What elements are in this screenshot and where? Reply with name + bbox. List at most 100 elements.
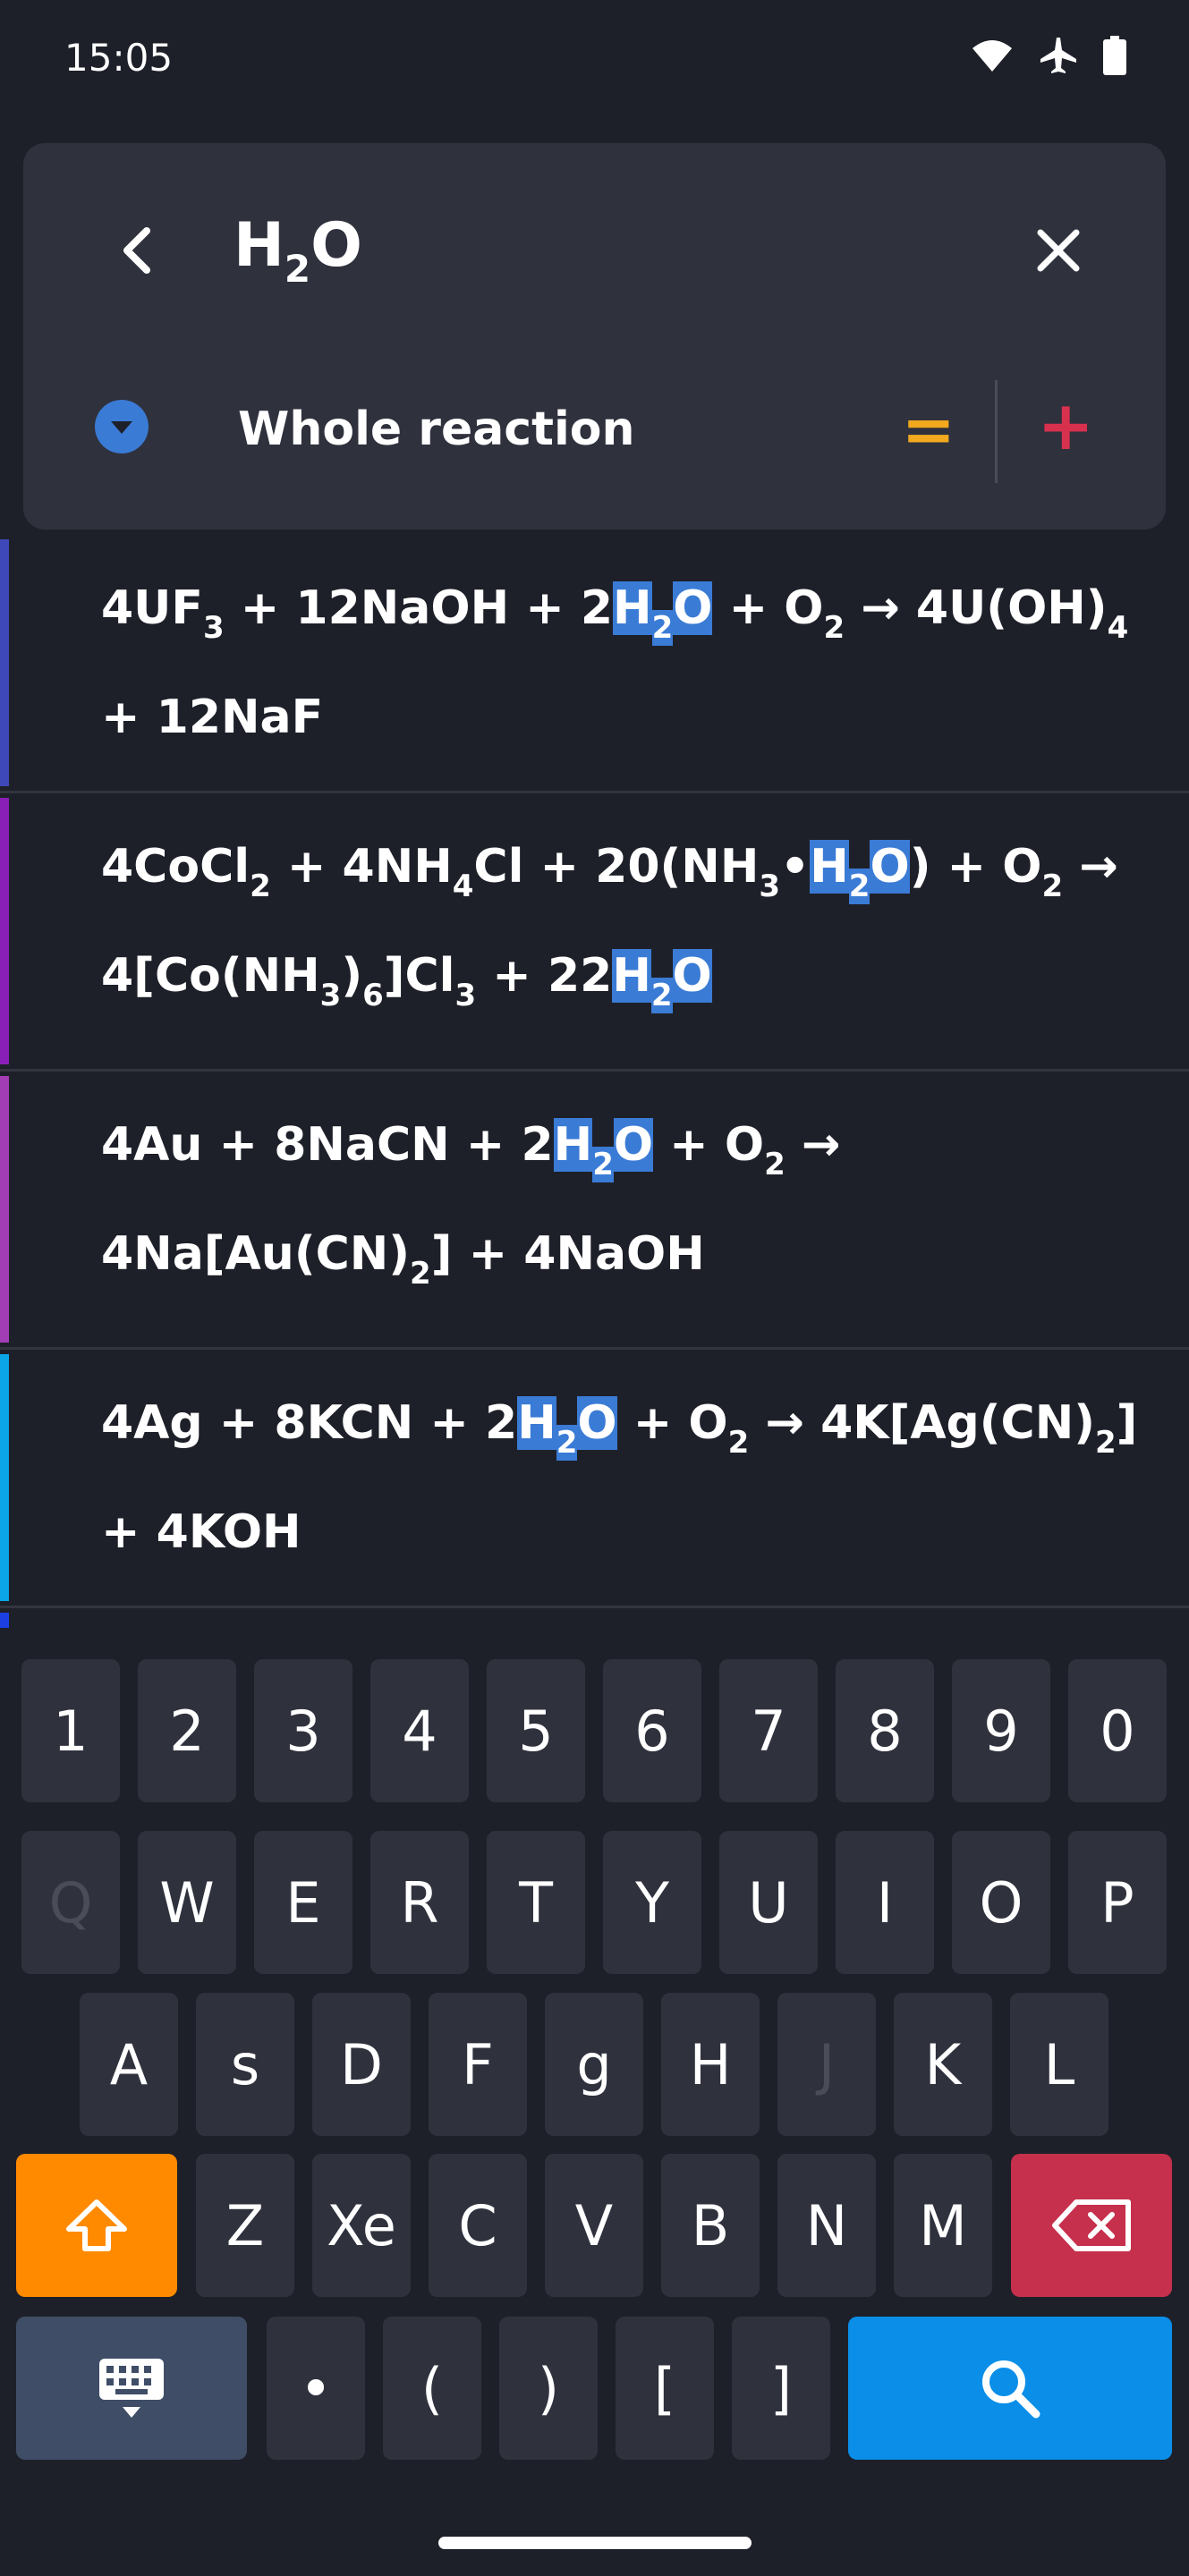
- highlighted-match: 2: [650, 978, 673, 1013]
- key-g[interactable]: g: [545, 1993, 643, 2136]
- subscript: 2: [1095, 1425, 1117, 1461]
- equation-text: 4Au + 8NaCN + 2: [101, 1118, 554, 1172]
- query-text: H: [234, 210, 285, 281]
- equation-text: + 12NaF: [101, 691, 324, 744]
- key-n[interactable]: N: [777, 2154, 876, 2297]
- home-indicator[interactable]: [438, 2537, 752, 2549]
- reaction-color-bar: [0, 1613, 9, 1628]
- highlighted-match: H: [613, 581, 652, 635]
- equation-text: + O: [712, 581, 824, 635]
- key-h[interactable]: H: [661, 1993, 760, 2136]
- key-open-bracket[interactable]: [: [616, 2317, 714, 2460]
- key-b[interactable]: B: [661, 2154, 760, 2297]
- key-p[interactable]: P: [1068, 1831, 1167, 1974]
- key-y[interactable]: Y: [603, 1831, 701, 1974]
- subscript: 4: [452, 869, 474, 904]
- equation-text: ): [341, 949, 363, 1003]
- status-time: 15:05: [64, 36, 174, 80]
- subscript: 2: [823, 610, 845, 646]
- reaction-color-bar: [0, 798, 9, 1064]
- mode-label[interactable]: Whole reaction: [238, 398, 635, 461]
- key-6[interactable]: 6: [603, 1659, 701, 1802]
- key-v[interactable]: V: [545, 2154, 643, 2297]
- key-k[interactable]: K: [894, 1993, 992, 2136]
- key-close-paren[interactable]: ): [499, 2317, 598, 2460]
- key-8[interactable]: 8: [836, 1659, 934, 1802]
- key-e[interactable]: E: [254, 1831, 352, 1974]
- subscript: 2: [250, 869, 271, 904]
- subscript: 3: [202, 610, 225, 646]
- search-input[interactable]: H2O: [234, 197, 362, 318]
- key-j[interactable]: J: [777, 1993, 876, 2136]
- key-i[interactable]: I: [836, 1831, 934, 1974]
- subscript: 3: [759, 869, 781, 904]
- key-s[interactable]: s: [196, 1993, 294, 2136]
- key-2[interactable]: 2: [138, 1659, 236, 1802]
- highlighted-match: O: [870, 840, 910, 894]
- key-a[interactable]: A: [80, 1993, 178, 2136]
- search-key[interactable]: [848, 2317, 1172, 2460]
- key-1[interactable]: 1: [21, 1659, 120, 1802]
- backspace-key[interactable]: [1011, 2154, 1172, 2297]
- highlighted-match: H: [612, 949, 651, 1003]
- highlighted-match: 2: [848, 869, 871, 904]
- query-subscript: 2: [284, 247, 311, 291]
- highlighted-match: 2: [651, 610, 674, 646]
- operator-divider: [995, 380, 998, 483]
- key-7[interactable]: 7: [719, 1659, 818, 1802]
- key-d[interactable]: D: [312, 1993, 411, 2136]
- key-3[interactable]: 3: [254, 1659, 352, 1802]
- key-r[interactable]: R: [370, 1831, 469, 1974]
- key-dot[interactable]: •: [267, 2317, 365, 2460]
- equation-text: + 4NH: [270, 840, 453, 894]
- status-bar: 15:05: [0, 0, 1189, 116]
- search-icon: [982, 2360, 1040, 2419]
- chemical-keyboard: 1 2 3 4 5 6 7 8 9 0 Q W E R T Y U I O P As D Fg H J K L Z Xe C V B N M •()…: [0, 1628, 1189, 2576]
- key-o[interactable]: O: [952, 1831, 1050, 1974]
- key-c[interactable]: C: [429, 2154, 527, 2297]
- equation-text: 4Ag + 8KCN + 2: [101, 1396, 518, 1450]
- dropdown-circle-icon: [95, 400, 149, 453]
- key-4[interactable]: 4: [370, 1659, 469, 1802]
- subscript: 2: [1041, 869, 1064, 904]
- reaction-equation: 4Ag + 8KCN + 2H2O + O2 → 4K[Ag(CN)2] + 4…: [101, 1378, 1153, 1577]
- highlighted-match: 2: [592, 1147, 614, 1182]
- key-q[interactable]: Q: [21, 1831, 120, 1974]
- equation-text: ] + 4NaOH: [430, 1227, 705, 1281]
- back-button[interactable]: [86, 197, 193, 304]
- airplane-icon: [1040, 38, 1076, 73]
- key-u[interactable]: U: [719, 1831, 818, 1974]
- results-list: 4UF3 + 12NaOH + 2H2O + O2 → 4U(OH)4 + 12…: [0, 535, 1189, 1628]
- equation-text: → 4U(OH): [845, 581, 1108, 635]
- key-t[interactable]: T: [487, 1831, 585, 1974]
- highlighted-match: O: [613, 1118, 654, 1172]
- shift-key[interactable]: [16, 2154, 177, 2297]
- key-w[interactable]: W: [138, 1831, 236, 1974]
- key-5[interactable]: 5: [487, 1659, 585, 1802]
- plus-operator-button[interactable]: +: [1037, 386, 1094, 466]
- equation-text: + 12NaOH + 2: [224, 581, 614, 635]
- reaction-item[interactable]: 4(Cr2Fe)O4 + 24NaOH + 14H2O + O2 →: [0, 1608, 1189, 1628]
- key-open-paren[interactable]: (: [383, 2317, 481, 2460]
- subscript: 3: [319, 978, 342, 1013]
- equals-operator-button[interactable]: =: [902, 389, 955, 470]
- key-xe[interactable]: Xe: [312, 2154, 411, 2297]
- keyboard-toggle-key[interactable]: [16, 2317, 247, 2460]
- reaction-item[interactable]: 4Au + 8NaCN + 2H2O + O2 → 4Na[Au(CN)2] +…: [0, 1072, 1189, 1350]
- key-z[interactable]: Z: [196, 2154, 294, 2297]
- key-m[interactable]: M: [894, 2154, 992, 2297]
- backspace-icon: [1052, 2199, 1131, 2251]
- reaction-item[interactable]: 4CoCl2 + 4NH4Cl + 20(NH3•H2O) + O2 → 4[C…: [0, 793, 1189, 1072]
- equation-text: + 22: [476, 949, 613, 1003]
- reaction-item[interactable]: 4Ag + 8KCN + 2H2O + O2 → 4K[Ag(CN)2] + 4…: [0, 1350, 1189, 1608]
- clear-search-button[interactable]: [1005, 197, 1112, 304]
- reaction-item[interactable]: 4UF3 + 12NaOH + 2H2O + O2 → 4U(OH)4 + 12…: [0, 535, 1189, 793]
- key-l[interactable]: L: [1010, 1993, 1108, 2136]
- shift-up-arrow-icon: [66, 2199, 127, 2251]
- key-0[interactable]: 0: [1068, 1659, 1167, 1802]
- mode-dropdown[interactable]: [95, 400, 149, 453]
- subscript: 3: [454, 978, 477, 1013]
- key-close-bracket[interactable]: ]: [732, 2317, 830, 2460]
- key-f[interactable]: F: [429, 1993, 527, 2136]
- key-9[interactable]: 9: [952, 1659, 1050, 1802]
